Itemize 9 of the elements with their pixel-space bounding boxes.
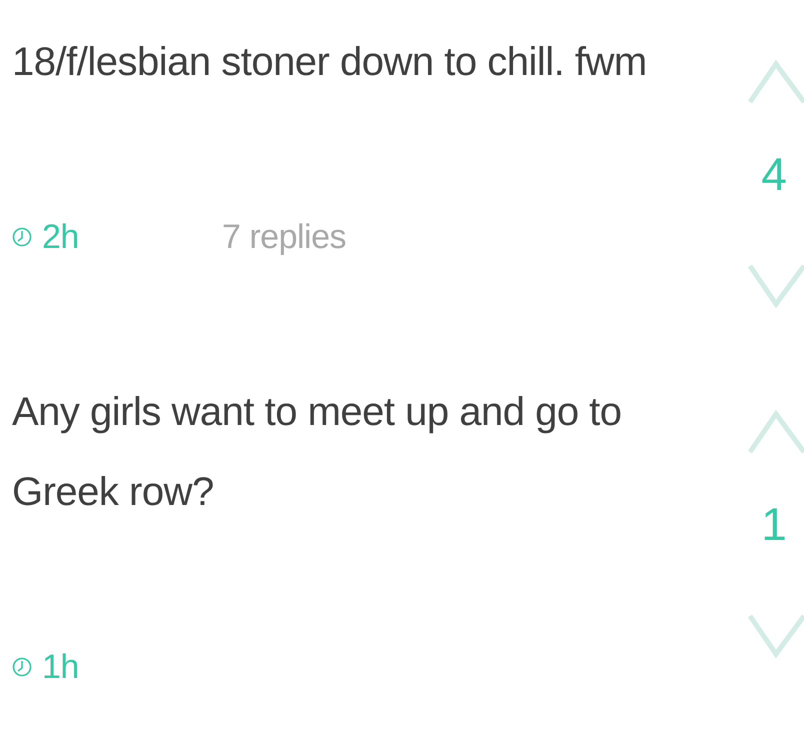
clock-icon bbox=[12, 657, 32, 677]
post-time: 2h bbox=[42, 218, 79, 256]
post-time: 1h bbox=[42, 648, 79, 686]
vote-count: 4 bbox=[760, 147, 788, 202]
replies-link[interactable]: 7 replies bbox=[222, 218, 346, 256]
post-text: Any girls want to meet up and go to Greek row? bbox=[12, 389, 623, 516]
post-text: 18/f/lesbian stoner down to chill. fwm bbox=[12, 39, 648, 86]
vote-count: 1 bbox=[760, 497, 788, 552]
clock-icon bbox=[12, 227, 32, 247]
